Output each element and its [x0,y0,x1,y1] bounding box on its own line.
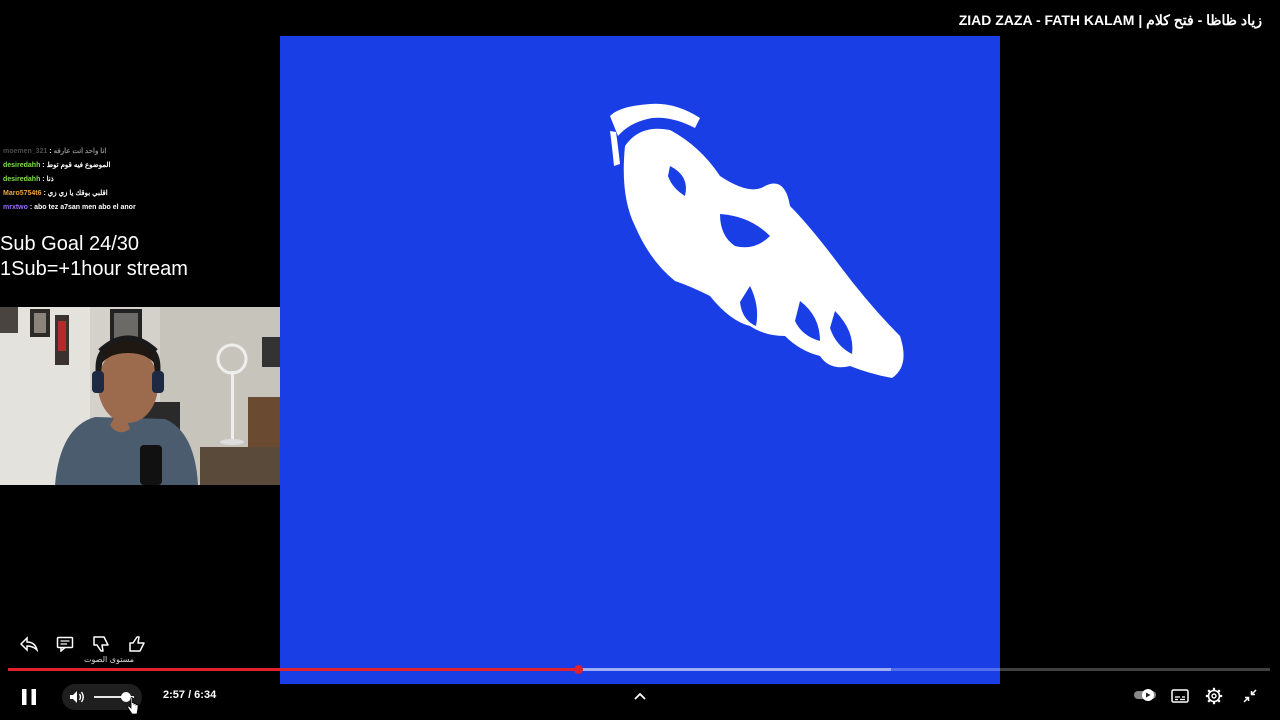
chevron-up-icon [634,692,646,700]
exit-fullscreen-icon [1243,689,1257,703]
settings-button[interactable] [1204,686,1224,706]
chat-message: mrxtwo : abo tez a7san men abo el anor [3,201,273,215]
autoplay-toggle[interactable] [1134,688,1156,702]
volume-button[interactable] [68,688,86,706]
chat-message: desiredahh : الموضوع فيه قوم توط [3,159,273,173]
settings-gear-icon [1205,687,1223,705]
like-button[interactable] [126,633,148,655]
webcam-feed [0,307,283,485]
share-icon [20,636,38,652]
chat-text: abo tez a7san men abo el anor [34,204,136,211]
progress-bar[interactable] [8,665,1270,674]
chat-username[interactable]: desiredahh [3,162,40,169]
sub-goal-text: Sub Goal 24/30 [0,233,139,255]
stream-chat: moemen_321 : انا واحد انت عارفه desiredah… [3,145,273,215]
subtitles-icon [1171,689,1189,703]
webcam-image [0,307,283,485]
pause-icon [22,689,36,705]
chat-text: انا واحد انت عارفه [53,148,107,155]
dislike-icon [93,636,109,652]
more-videos-button[interactable] [630,686,650,706]
player-controls: 2:57 / 6:34 [0,680,1280,712]
action-bar [18,633,148,655]
exit-fullscreen-button[interactable] [1240,686,1260,706]
chat-text: ذنا [46,176,54,183]
album-art[interactable] [280,36,1000,684]
album-art-image [280,36,1000,684]
subtitles-button[interactable] [1170,686,1190,706]
chat-separator: : [47,148,54,155]
chat-username[interactable]: mrxtwo [3,204,28,211]
chat-username[interactable]: moemen_321 [3,148,47,155]
mouse-cursor-icon [127,697,139,715]
sub-goal-overlay: Sub Goal 24/30 1Sub=+1hour stream [0,232,188,282]
chat-username[interactable]: desiredahh [3,176,40,183]
video-title: ZIAD ZAZA - FATH KALAM | زياد ظاظا - فتح… [958,12,1262,28]
chat-message: Maro5754t6 : اقلبي بوقك يا زي زي [3,187,273,201]
pause-button[interactable] [16,684,42,710]
share-button[interactable] [18,633,40,655]
comment-button[interactable] [54,633,76,655]
progress-played [8,668,579,671]
dislike-button[interactable] [90,633,112,655]
time-display: 2:57 / 6:34 [163,689,217,701]
comment-icon [56,636,74,652]
chat-message: desiredahh : ذنا [3,173,273,187]
volume-tooltip: مستوى الصوت [84,655,135,664]
sub-rule-text: 1Sub=+1hour stream [0,258,188,280]
chat-message: moemen_321 : انا واحد انت عارفه [3,145,273,159]
autoplay-toggle-icon [1134,689,1156,701]
chat-text: اقلبي بوقك يا زي زي [47,190,108,197]
like-icon [129,636,145,652]
volume-icon [70,691,84,703]
chat-text: الموضوع فيه قوم توط [46,162,111,169]
chat-username[interactable]: Maro5754t6 [3,190,42,197]
